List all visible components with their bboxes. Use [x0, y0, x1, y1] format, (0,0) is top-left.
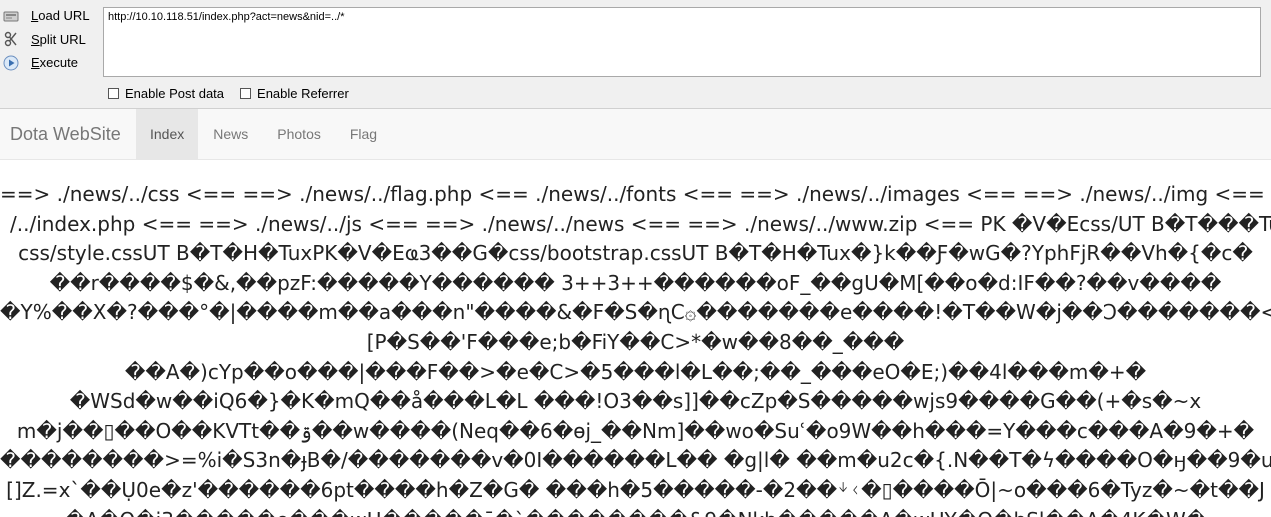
nav-item-flag[interactable]: Flag [336, 109, 391, 159]
output-line: []Z.=x`��Ụ0e�z'������6pt����h�Z�G� ���h�… [6, 477, 1265, 502]
split-url-button[interactable]: Split URL [0, 28, 100, 52]
enable-post-data-label: Enable Post data [125, 86, 225, 101]
enable-post-data-checkbox[interactable] [108, 88, 119, 99]
site-brand[interactable]: Dota WebSite [10, 109, 121, 159]
nav-item-photos[interactable]: Photos [263, 109, 335, 159]
site-navbar: Dota WebSite Index News Photos Flag [0, 109, 1271, 160]
page-output: ==> ./news/../css <== ==> ./news/../flag… [0, 180, 1271, 517]
hackbar-options: Enable Post data Enable Referrer [108, 86, 349, 101]
output-line: ==> ./news/../css <== ==> ./news/../flag… [0, 182, 1271, 206]
enable-post-data-option[interactable]: Enable Post data [108, 86, 224, 101]
load-url-icon [3, 8, 19, 24]
hackbar-toolbar: Load URL Split URL Execute http://10.10.… [0, 0, 1271, 109]
output-line: �Y%��X�?���°�|����m��a���n"����&�F�S�ɳC۞… [0, 300, 1271, 325]
split-url-label: Split URL [31, 31, 86, 47]
enable-referrer-checkbox[interactable] [240, 88, 252, 99]
load-url-button[interactable]: Load URL [0, 4, 100, 28]
output-line: [P�S��'F���e;b�FiY��C>*�w��8��_��� [366, 329, 905, 354]
enable-referrer-option[interactable]: Enable Referrer [240, 86, 349, 101]
output-line: �A�Q�i3�����o���wH�����¯�`��������&9�Nkb… [0, 506, 1271, 517]
enable-referrer-label: Enable Referrer [257, 86, 349, 101]
load-url-label: Load URL [31, 8, 90, 24]
nav-item-news[interactable]: News [199, 109, 262, 159]
output-line: m�j��▯��O��KVTt��ۊ��w����(Neq��6�ɵj_��Nm… [16, 418, 1255, 443]
output-line: ��������>=%i�S3n�ɟB�/�������v�0I������L�… [0, 448, 1271, 473]
output-line: /../index.php <== ==> ./news/../js <== =… [10, 211, 1271, 236]
output-line: ��r����$�&,��pzF:�����Y������ 3++3++����… [49, 270, 1222, 295]
output-line: css/style.cssUT B�T�H�TuxPK�V�Eҩ3��G�css… [18, 241, 1253, 266]
execute-button[interactable]: Execute [0, 51, 100, 75]
execute-label: Execute [31, 55, 78, 71]
nav-item-index[interactable]: Index [136, 109, 199, 159]
output-line: �WSd�w��iQ6�}�K�mQ��å���L�L ���!O3��s]]�… [69, 389, 1202, 414]
output-line: ��A�)cYp��o���|���F��>�e�C>�5���l�L��;��… [124, 359, 1147, 384]
execute-icon [3, 55, 19, 71]
hackbar-actions: Load URL Split URL Execute [0, 4, 100, 75]
split-url-icon [3, 31, 19, 47]
url-input[interactable]: http://10.10.118.51/index.php?act=news&n… [103, 7, 1261, 77]
nav-menu: Index News Photos Flag [136, 109, 392, 159]
